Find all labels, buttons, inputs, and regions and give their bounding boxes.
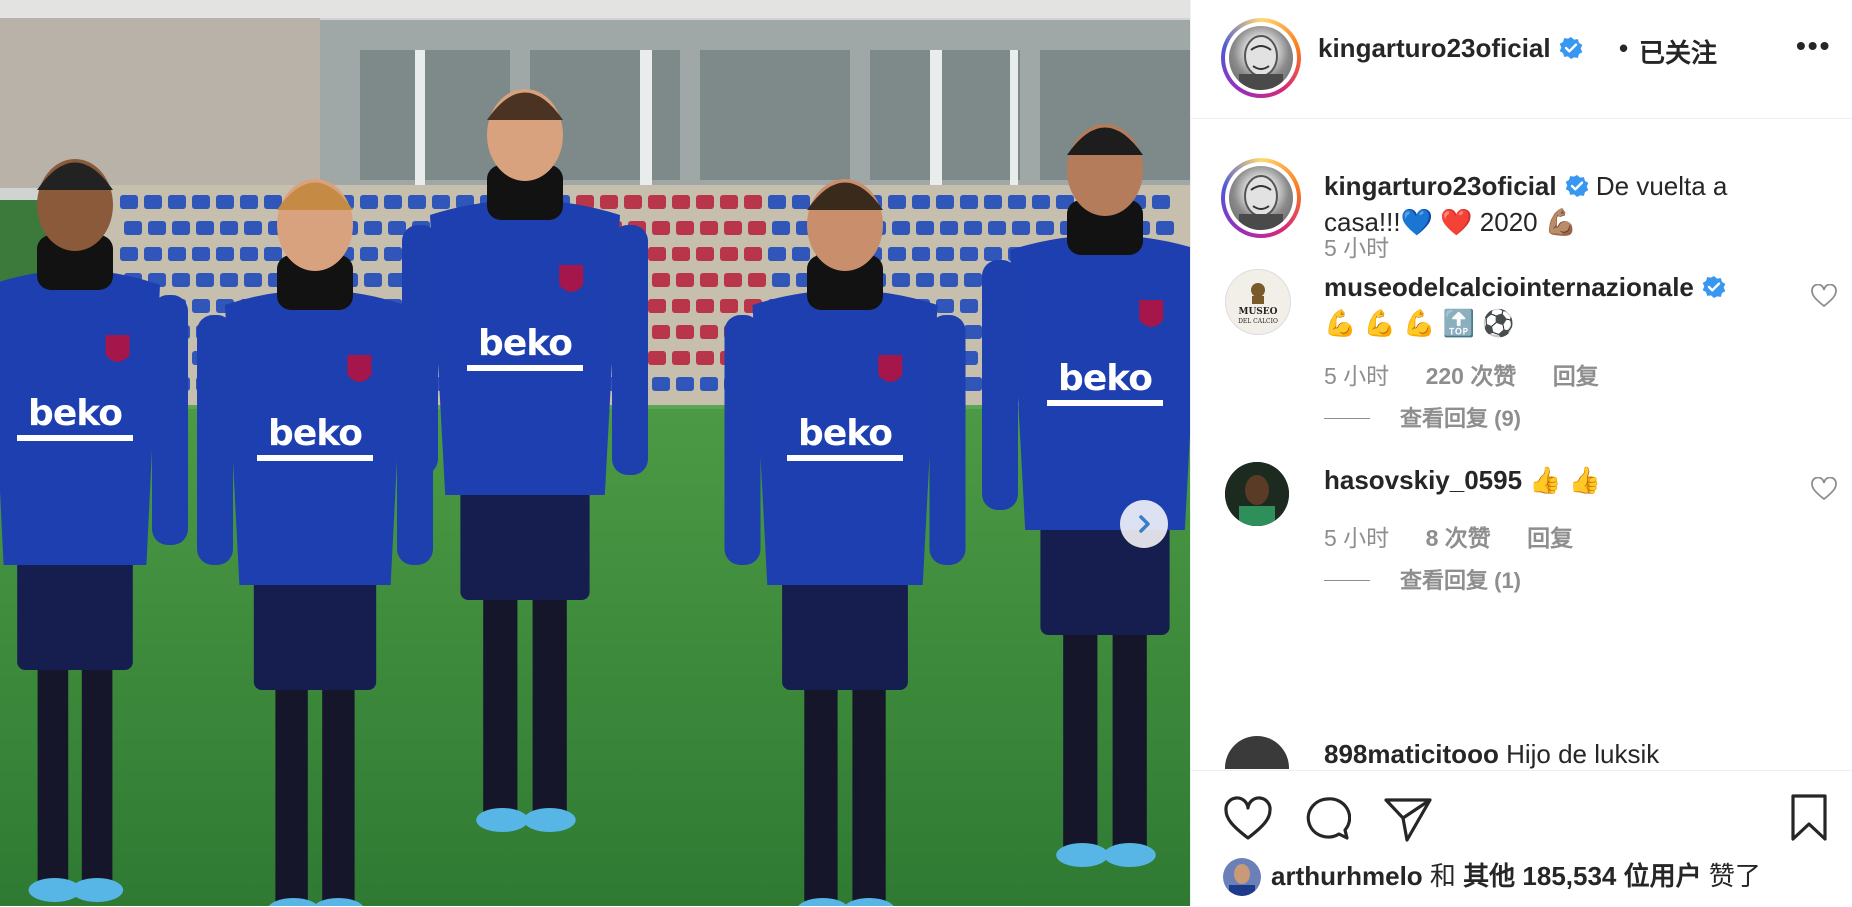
replies-divider (1324, 580, 1370, 581)
comment-username[interactable]: museodelcalciointernazionale (1324, 272, 1694, 302)
comments-section: kingarturo23oficial De vuelta a casa!!!💙… (1191, 119, 1852, 769)
liker-username[interactable]: arthurhmelo (1271, 861, 1423, 891)
comment-item: hasovskiy_0595 👍 👍 (1324, 462, 1784, 498)
heart-outline-icon (1811, 476, 1837, 501)
heart-icon (1224, 796, 1272, 840)
follow-status-button[interactable]: 已关注 (1639, 33, 1717, 70)
caption-text-line1: De vuelta a (1595, 171, 1728, 201)
likes-others[interactable]: 其他 185,534 位用户 (1463, 861, 1701, 891)
verified-badge-icon (1565, 175, 1588, 197)
header-separator: • (1619, 33, 1629, 63)
view-replies-label[interactable]: 查看回复 (1) (1400, 568, 1521, 593)
comment-likes[interactable]: 220 次赞 (1426, 363, 1517, 389)
view-replies-button[interactable]: 查看回复 (9) (1324, 401, 1521, 433)
likes-suffix: 赞了 (1708, 861, 1761, 891)
jersey-sponsor-text: beko (478, 323, 572, 364)
comment-time: 5 小时 (1324, 525, 1390, 551)
comment-avatar[interactable]: MUSEO DEL CALCIO (1225, 269, 1291, 335)
comment-likes[interactable]: 8 次赞 (1426, 525, 1491, 551)
author-avatar[interactable] (1221, 18, 1301, 98)
comment-meta: 5 小时 8 次赞 回复 (1324, 519, 1573, 553)
avatar-image (1225, 462, 1289, 526)
jersey-sponsor-text: beko (798, 413, 892, 454)
comment-like-button[interactable] (1811, 283, 1837, 313)
comment-avatar[interactable] (1225, 462, 1289, 526)
caption: kingarturo23oficial De vuelta a casa!!!💙… (1324, 168, 1824, 240)
save-button[interactable] (1789, 793, 1829, 848)
comment-like-button[interactable] (1811, 476, 1837, 506)
post-header: kingarturo23oficial • 已关注 ••• (1191, 0, 1852, 119)
author-username[interactable]: kingarturo23oficial (1318, 33, 1583, 64)
jersey-sponsor-text: beko (268, 413, 362, 454)
comment-time: 5 小时 (1324, 363, 1390, 389)
verified-badge-icon (1702, 276, 1726, 298)
share-button[interactable] (1383, 795, 1433, 848)
comment-text: Hijo de luksik (1506, 739, 1660, 769)
jersey-sponsor-text: beko (1058, 358, 1152, 399)
museo-logo-icon: MUSEO DEL CALCIO (1238, 283, 1278, 325)
post-sidebar: kingarturo23oficial • 已关注 ••• kingarturo… (1190, 0, 1852, 906)
comment-username[interactable]: 898maticitooo (1324, 739, 1499, 769)
heart-outline-icon (1811, 283, 1837, 308)
chevron-right-icon (1139, 515, 1150, 533)
view-replies-button[interactable]: 查看回复 (1) (1324, 563, 1521, 595)
avatar-image (1229, 166, 1293, 230)
jersey-sponsor-text: beko (28, 393, 122, 434)
likes-connector: 和 (1429, 861, 1456, 891)
like-button[interactable] (1223, 796, 1273, 847)
comment-item: 898maticitooo Hijo de luksik (1324, 736, 1784, 769)
caption-author-avatar[interactable] (1221, 158, 1301, 238)
likes-summary: arthurhmelo 和 其他 185,534 位用户 赞了 (1271, 856, 1761, 893)
caption-time: 5 小时 (1324, 235, 1390, 261)
comment-item: museodelcalciointernazionale 💪 💪 💪 🔝 ⚽ (1324, 269, 1784, 341)
send-icon (1384, 798, 1432, 842)
training-photo: beko beko beko beko beko (0, 0, 1190, 906)
comment-button[interactable] (1303, 795, 1352, 848)
bookmark-icon (1791, 794, 1827, 841)
comment-icon (1306, 797, 1352, 840)
caption-username[interactable]: kingarturo23oficial (1324, 171, 1557, 201)
author-username-text[interactable]: kingarturo23oficial (1318, 33, 1551, 63)
comment-text: 👍 👍 (1529, 465, 1602, 495)
view-replies-label[interactable]: 查看回复 (9) (1400, 406, 1521, 431)
avatar-image (1229, 26, 1293, 90)
comment-meta: 5 小时 220 次赞 回复 (1324, 357, 1599, 391)
comment-avatar[interactable] (1225, 736, 1289, 769)
post-photo: beko beko beko beko beko (0, 0, 1190, 906)
liker-avatar[interactable] (1223, 858, 1261, 896)
svg-text:DEL CALCIO: DEL CALCIO (1238, 318, 1278, 325)
next-photo-button[interactable] (1120, 500, 1168, 548)
svg-text:MUSEO: MUSEO (1238, 307, 1277, 317)
reply-button[interactable]: 回复 (1527, 525, 1573, 551)
verified-badge-icon (1559, 37, 1582, 59)
more-options-button[interactable]: ••• (1796, 30, 1831, 62)
replies-divider (1324, 418, 1370, 419)
comment-text: 💪 💪 💪 🔝 ⚽ (1324, 308, 1515, 338)
reply-button[interactable]: 回复 (1553, 363, 1599, 389)
comment-username[interactable]: hasovskiy_0595 (1324, 465, 1522, 495)
